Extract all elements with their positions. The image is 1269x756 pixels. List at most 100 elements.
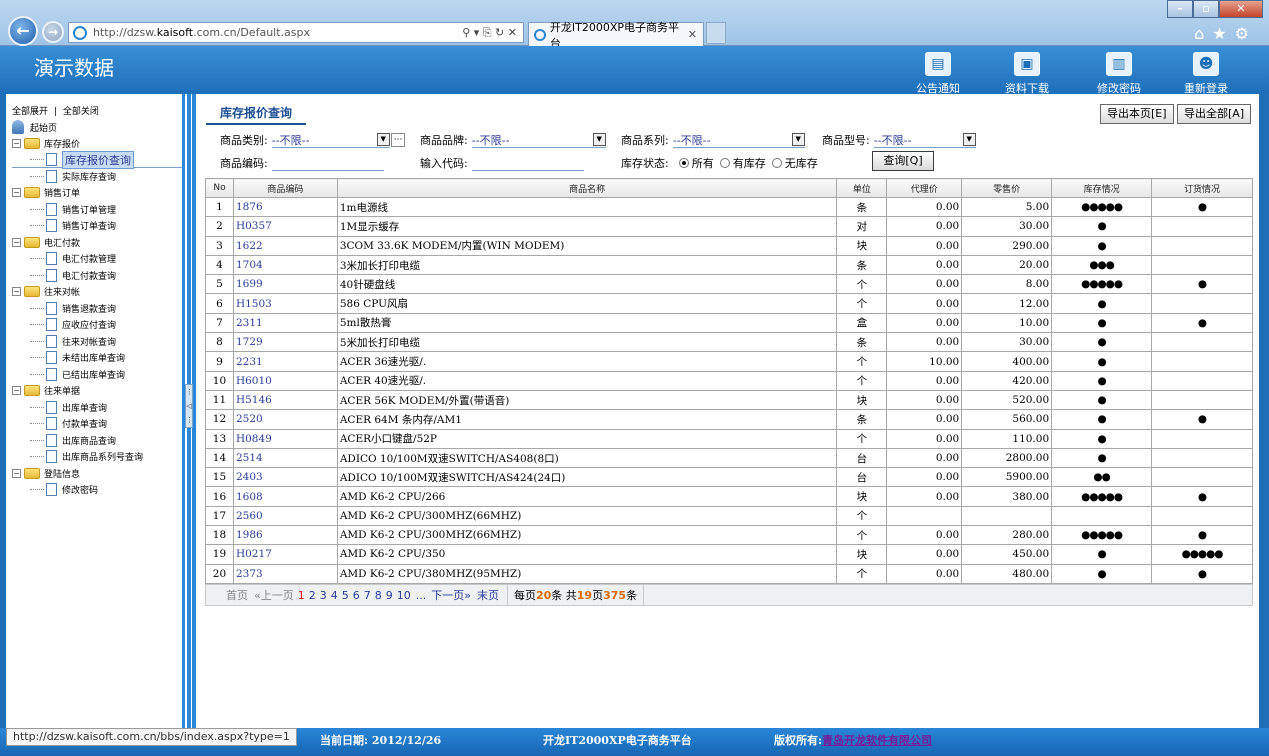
brand-select[interactable]: --不限-- ▼ [471,132,606,148]
change-password-button[interactable]: ▥ 修改密码 [1089,52,1149,96]
table-row[interactable]: 7 2311 5ml散热膏盒 0.00 10.00 ● ● [205,312,1253,334]
splitter-grip-icon[interactable]: ⋮ ◁ ⋮ [185,384,193,428]
table-row[interactable]: 8 1729 5米加长打印电缆条 0.00 30.00 ● [205,332,1253,353]
code-input[interactable] [271,155,384,171]
home-star-gear-icons[interactable]: ⌂★⚙ [1194,24,1257,43]
stock-radio-all[interactable] [678,158,689,168]
tree-item[interactable]: 出库商品系列号查询 [12,449,182,466]
pager-page-number[interactable]: 1 [298,589,305,602]
column-header[interactable]: 零售价 [961,178,1053,198]
collapse-icon[interactable]: − [12,188,21,198]
pager-page-number[interactable]: 10 [397,589,411,602]
product-code-link[interactable]: 2520 [232,409,338,430]
table-row[interactable]: 16 1608 AMD K6-2 CPU/266 块 0.00 380.00 ●●●●● ● [205,486,1253,507]
tree-item[interactable]: 已结出库单查询 [12,366,182,383]
tree-item[interactable]: 电汇付款查询 [12,267,182,284]
tab-close-icon[interactable]: ✕ [688,28,697,41]
tree-item[interactable]: 付款单查询 [12,416,182,433]
pager-page-number[interactable]: 4 [331,589,338,602]
address-tools-icon[interactable]: ⚲ ▾ ⎘ ↻ ✕ [462,26,523,40]
pager-page-number[interactable]: 8 [375,589,382,602]
address-url[interactable]: http://dzsw.kaisoft.com.cn/Default.aspx [93,26,462,39]
product-code-link[interactable]: H6010 [232,370,338,391]
product-code-link[interactable]: H0217 [232,544,338,565]
minimize-icon[interactable]: – [1167,0,1193,18]
pager-first[interactable]: 首页 [226,587,248,603]
close-icon[interactable]: ✕ [1219,0,1263,18]
column-header[interactable]: 代理价 [886,178,963,198]
tree-item[interactable]: 未结出库单查询 [12,350,182,367]
export-all-button[interactable]: 导出全部[A] [1177,104,1252,124]
collapse-icon[interactable]: − [12,468,21,478]
column-header[interactable]: 商品编码 [232,178,338,198]
product-code-link[interactable]: 1699 [232,274,338,295]
table-row[interactable]: 6 H1503 586 CPU风扇个 0.00 12.00 ● [205,293,1253,314]
table-row[interactable]: 1 1876 1m电源线条 0.00 5.00 ●●●●● ● [205,196,1253,218]
company-link[interactable]: 青岛开龙软件有限公司 [822,734,932,747]
table-row[interactable]: 13 H0849 ACER小口键盘/52P 个 0.00 110.00 ● [205,428,1253,449]
maximize-icon[interactable]: ▫ [1193,0,1219,18]
pager-page-number[interactable]: 3 [320,589,327,602]
pager-page-number[interactable]: 7 [364,589,371,602]
table-row[interactable]: 11 H5146 ACER 56K MODEM/外置(带语音) 块 0.00 520.00… [205,389,1253,411]
tree-group[interactable]: − 往来对帐 [12,284,182,301]
pager-page-number[interactable]: 2 [309,589,316,602]
browser-tab[interactable]: 开龙IT2000XP电子商务平台 ✕ [528,21,704,50]
table-row[interactable]: 3 1622 3COM 33.6K MODEM/内置(WIN MODEM) 块 0.00… [205,235,1253,256]
tree-item[interactable]: 电汇付款管理 [12,251,182,268]
product-code-link[interactable]: 2514 [232,447,338,469]
stock-radio-out[interactable] [771,158,782,168]
tree-item[interactable]: 库存报价查询 [12,150,182,169]
tree-item[interactable]: 修改密码 [12,482,182,499]
category-select[interactable]: --不限-- ▼ [271,132,390,148]
table-row[interactable]: 19 H0217 AMD K6-2 CPU/350 块 0.00 450.00 ● ●●●●● [205,544,1253,565]
forward-button[interactable]: → [42,21,64,43]
column-header[interactable]: No [205,178,234,198]
column-header[interactable]: 订货情况 [1151,178,1253,198]
product-code-link[interactable]: 2311 [232,312,338,334]
column-header[interactable]: 单位 [836,178,888,198]
table-row[interactable]: 10 H6010 ACER 40速光驱/. 个 0.00 420.00 ● [205,370,1253,391]
tree-home[interactable]: 起始页 [12,119,182,136]
address-bar[interactable]: http://dzsw.kaisoft.com.cn/Default.aspx … [68,22,524,43]
table-row[interactable]: 15 2403 ADICO 10/100M双速SWITCH/AS424(24口) 台 0… [205,467,1253,488]
tree-group[interactable]: − 电汇付款 [12,234,182,251]
export-page-button[interactable]: 导出本页[E] [1100,104,1174,124]
download-button[interactable]: ▣ 资料下载 [997,52,1057,96]
expand-all-link[interactable]: 全部展开 [12,107,48,117]
table-row[interactable]: 2 H0357 1M显示缓存对 0.00 30.00 ● [205,216,1253,237]
table-row[interactable]: 17 2560 AMD K6-2 CPU/300MHZ(66MHZ) 个 [205,505,1253,527]
pager-page-number[interactable]: 9 [386,589,393,602]
query-button[interactable]: 查询[Q] [872,151,934,171]
column-header[interactable]: 商品名称 [336,178,838,198]
table-row[interactable]: 20 2373 AMD K6-2 CPU/380MHZ(95MHZ) 个 0.00 480… [205,563,1253,584]
product-code-link[interactable]: H0357 [232,216,338,237]
new-tab-button[interactable] [706,22,726,44]
table-row[interactable]: 9 2231 ACER 36速光驱/. 个 10.00 400.00 ● [205,351,1253,372]
table-row[interactable]: 12 2520 ACER 64M 条内存/AM1 条 0.00 560.00 ● ● [205,409,1253,430]
pane-splitter[interactable]: ⋮ ◁ ⋮ [182,94,196,728]
tree-item[interactable]: 出库单查询 [12,399,182,416]
model-select[interactable]: --不限-- ▼ [873,132,976,148]
tree-group[interactable]: − 登陆信息 [12,465,182,482]
tree-item[interactable]: 销售退款查询 [12,300,182,317]
table-row[interactable]: 14 2514 ADICO 10/100M双速SWITCH/AS408(8口) 台 0.… [205,447,1253,469]
tree-item[interactable]: 出库商品查询 [12,432,182,449]
table-row[interactable]: 4 1704 3米加长打印电缆条 0.00 20.00 ●●● [205,254,1253,276]
table-row[interactable]: 18 1986 AMD K6-2 CPU/300MHZ(66MHZ) 个 0.00 280… [205,525,1253,546]
collapse-icon[interactable]: − [12,237,21,247]
pager-next[interactable]: 下一页» [431,587,471,603]
tree-item[interactable]: 应收应付查询 [12,317,182,334]
product-code-link[interactable]: 1986 [232,525,338,546]
tree-group[interactable]: − 往来单据 [12,383,182,400]
collapse-icon[interactable]: − [12,139,21,149]
pager-page-number[interactable]: 6 [353,589,360,602]
pager-prev[interactable]: «上一页 [254,587,294,603]
tree-item[interactable]: 往来对帐查询 [12,333,182,350]
column-header[interactable]: 库存情况 [1051,178,1153,198]
collapse-icon[interactable]: − [12,287,21,297]
table-row[interactable]: 5 1699 40针硬盘线个 0.00 8.00 ●●●●● ● [205,274,1253,295]
product-code-link[interactable]: 2560 [232,505,338,527]
product-code-link[interactable]: 2231 [232,351,338,372]
pager-page-number[interactable]: 5 [342,589,349,602]
